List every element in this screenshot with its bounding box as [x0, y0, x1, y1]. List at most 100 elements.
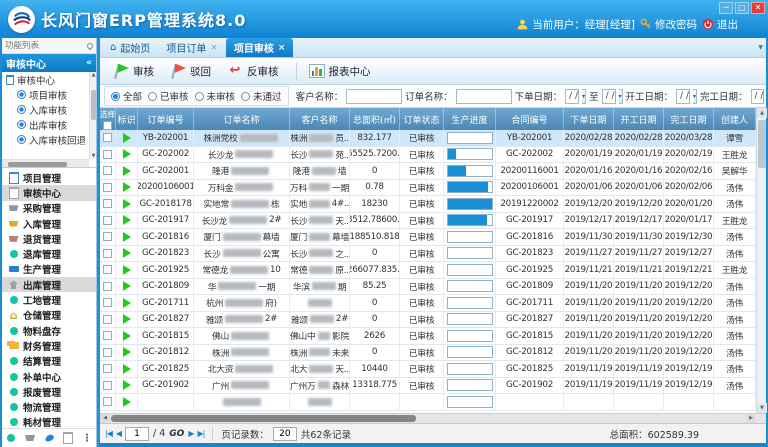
sidebar-item[interactable]: 财务管理 — [2, 338, 96, 353]
row-checkbox[interactable] — [103, 249, 112, 258]
sidebar-item[interactable]: 补单中心 — [2, 369, 96, 384]
row-checkbox[interactable] — [103, 397, 112, 406]
tab[interactable]: ⌂起始页 — [102, 38, 158, 57]
table-row[interactable]: GC-201825北大资北大天..10440已审核GC-2018252019/1… — [100, 361, 756, 378]
sidebar-item[interactable]: 退库管理 — [2, 246, 96, 261]
row-checkbox[interactable] — [103, 282, 112, 291]
scroll-up-icon[interactable]: ▲ — [757, 108, 767, 118]
current-user[interactable]: 当前用户：经理[经理] — [516, 17, 635, 32]
tree-hscroll-thumb[interactable] — [8, 162, 67, 167]
change-password-button[interactable]: 修改密码 — [640, 17, 697, 32]
sidebar-item[interactable]: 生产管理 — [2, 262, 96, 277]
grid-vertical-scrollbar[interactable]: ▲ ▼ — [756, 108, 766, 413]
next-page-button[interactable]: ▶ — [188, 429, 193, 438]
scroll-up-icon[interactable]: ▲ — [90, 72, 96, 78]
sidebar-item[interactable]: 项目管理 — [2, 170, 96, 185]
row-checkbox[interactable] — [103, 381, 112, 390]
dot-icon[interactable] — [6, 433, 17, 444]
calendar-dropdown-icon[interactable]: ▾ — [582, 89, 586, 104]
row-checkbox[interactable] — [103, 364, 112, 373]
sidebar-item[interactable]: 审核中心 — [2, 185, 96, 200]
sidebar-item[interactable]: 仓储管理 — [2, 308, 96, 323]
logout-button[interactable]: 退出 — [702, 17, 738, 32]
cart-icon[interactable] — [25, 433, 36, 444]
sidebar-item[interactable]: 出库管理 — [2, 277, 96, 292]
table-row[interactable]: GC-201917长沙龙2#长沙天..8512.78600..已审核GC-201… — [100, 213, 756, 230]
approve-button[interactable]: 审核 — [106, 62, 161, 81]
page-size-input[interactable] — [273, 427, 297, 441]
table-row[interactable] — [100, 394, 756, 411]
table-row[interactable]: GC-201925常德龙10常德原..266077.835..已审核GC-201… — [100, 262, 756, 279]
swoosh-icon[interactable] — [44, 433, 55, 444]
tab[interactable]: 项目订单× — [158, 38, 226, 57]
minimize-button[interactable]: ─ — [719, 2, 733, 14]
sidebar-item[interactable]: 物流管理 — [2, 399, 96, 414]
row-checkbox[interactable] — [103, 166, 112, 175]
row-checkbox[interactable] — [103, 232, 112, 241]
table-row[interactable]: GC-2018178实地常栋实地4#..18230已审核201912200022… — [100, 196, 756, 213]
status-radio[interactable]: 未通过 — [241, 89, 282, 103]
scroll-down-icon[interactable]: ▼ — [757, 403, 767, 413]
scroll-left-icon[interactable]: ◀ — [100, 414, 110, 423]
row-checkbox[interactable] — [103, 331, 112, 340]
collapse-sidebar-icon[interactable]: « — [86, 58, 92, 68]
row-checkbox[interactable] — [103, 315, 112, 324]
table-row[interactable]: GC-201823长沙公寓长沙之..0已审核GC-2018232019/11/2… — [100, 246, 756, 263]
order-date-end-input[interactable]: / / — [602, 89, 616, 104]
vscroll-thumb[interactable] — [758, 120, 766, 168]
sidebar-item[interactable]: 结算管理 — [2, 354, 96, 369]
row-checkbox[interactable] — [103, 183, 112, 192]
last-page-button[interactable]: ▶| — [197, 429, 204, 438]
sidebar-item[interactable]: 采购管理 — [2, 201, 96, 216]
report-center-button[interactable]: 报表中心 — [296, 62, 378, 81]
close-button[interactable]: ✕ — [751, 2, 765, 14]
first-page-button[interactable]: |◀ — [105, 429, 112, 438]
sidebar-item[interactable]: 物料盘存 — [2, 323, 96, 338]
go-button[interactable]: GO — [169, 429, 184, 439]
maximize-button[interactable]: □ — [735, 2, 749, 14]
table-row[interactable]: GC-201711杭州府)0已审核GC-2017112019/11/202019… — [100, 295, 756, 312]
status-radio[interactable]: 未审核 — [195, 89, 236, 103]
tree-horizontal-scrollbar[interactable] — [2, 159, 89, 167]
table-row[interactable]: 20200106001万科金万科一期0.78已审核202001060012020… — [100, 180, 756, 197]
status-radio[interactable]: 已审核 — [148, 89, 189, 103]
row-checkbox[interactable] — [103, 150, 112, 159]
sidebar-item[interactable]: 入库管理 — [2, 216, 96, 231]
table-row[interactable]: GC-201816厦门幕墙厦门幕墙188510.818已审核GC-2018162… — [100, 229, 756, 246]
unapprove-button[interactable]: ↩反审核 — [220, 62, 286, 81]
order-date-input[interactable]: / / — [565, 89, 579, 104]
calendar-dropdown-icon[interactable]: ▾ — [693, 89, 697, 104]
order-name-input[interactable] — [456, 89, 512, 104]
close-tab-icon[interactable]: × — [210, 43, 218, 53]
sidebar-item[interactable]: 报废管理 — [2, 384, 96, 399]
doc2-icon[interactable] — [63, 433, 74, 444]
table-row[interactable]: GC-201815佛山佛山中影院2626已审核GC-2018152019/11/… — [100, 328, 756, 345]
sidebar-item[interactable]: 退货管理 — [2, 231, 96, 246]
reject-button[interactable]: 驳回 — [163, 62, 218, 81]
customer-name-input[interactable] — [346, 89, 402, 104]
more-icon[interactable] — [82, 433, 93, 444]
close-tab-icon[interactable]: × — [278, 43, 286, 53]
tree-item[interactable]: 项目审核 — [2, 87, 96, 102]
pin-icon[interactable] — [86, 41, 94, 49]
table-row[interactable]: GC-202001隆港隆港墙0已审核202001160012020/01/162… — [100, 163, 756, 180]
tree-root[interactable]: 审核中心 — [2, 72, 96, 87]
tree-scroll-thumb[interactable] — [91, 90, 96, 120]
tab[interactable]: 项目审核× — [226, 38, 294, 57]
scroll-down-icon[interactable]: ▼ — [90, 153, 96, 159]
row-checkbox[interactable] — [103, 199, 112, 208]
page-number-input[interactable] — [125, 427, 149, 441]
hscroll-thumb[interactable] — [111, 415, 416, 422]
row-checkbox[interactable] — [103, 133, 112, 142]
tab-overflow-icon[interactable]: ▼ — [758, 44, 763, 51]
tree-item[interactable]: 入库审核回退 — [2, 132, 96, 147]
table-row[interactable]: YB-202001株洲党校株洲员..832.177已审核YB-202001202… — [100, 130, 756, 147]
select-all-checkbox[interactable] — [103, 121, 112, 130]
tree-item[interactable]: 出库审核 — [2, 117, 96, 132]
table-row[interactable]: GC-201827雅颂2#雅颂2#0已审核GC-2018272019/11/20… — [100, 312, 756, 329]
row-checkbox[interactable] — [103, 216, 112, 225]
table-row[interactable]: GC-201812株洲株洲未来0已审核GC-2018122019/11/2020… — [100, 345, 756, 362]
start-date-input[interactable]: / / — [676, 89, 690, 104]
tree-vertical-scrollbar[interactable]: ▲ ▼ — [89, 72, 96, 159]
finish-date-input[interactable]: / / — [751, 89, 765, 104]
